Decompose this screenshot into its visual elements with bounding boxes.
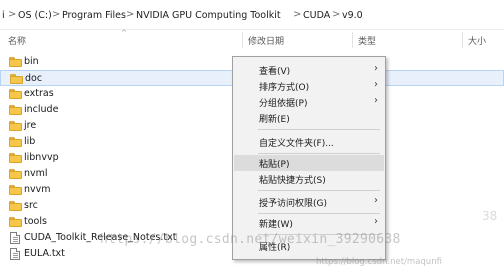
menu-item-label: 新建(W) [259,220,293,230]
breadcrumb-item-version[interactable]: v9.0 [342,10,363,21]
folder-icon [9,153,22,163]
item-name: lib [24,136,36,147]
menu-separator [258,129,380,130]
menu-item-give-access[interactable]: 授予访问权限(G) › [234,194,384,210]
menu-item-label: 自定义文件夹(F)... [259,139,334,149]
item-name: nvml [24,168,48,179]
menu-item-label: 排序方式(O) [259,83,310,93]
folder-icon [9,105,22,115]
folder-icon [9,217,22,227]
item-name: bin [24,56,39,67]
address-bar[interactable]: i > OS (C:) > Program Files > NVIDIA GPU… [0,0,504,30]
text-file-icon [10,232,20,244]
chevron-right-icon: > [52,9,61,20]
item-name: nvvm [24,184,51,195]
chevron-right-icon: > [293,9,302,20]
breadcrumb-item-nvidia[interactable]: NVIDIA GPU Computing Toolkit [136,10,281,21]
item-name: EULA.txt [24,248,65,259]
breadcrumb-item-partial[interactable]: i [2,10,5,21]
breadcrumb-item-program-files[interactable]: Program Files [62,10,126,21]
watermark-url: https://blog.csdn.net/maqunfi [316,257,442,267]
menu-item-customize-folder[interactable]: 自定义文件夹(F)... [234,134,384,150]
chevron-right-icon: > [332,9,341,20]
folder-icon [9,201,22,211]
watermark-text: https://blog.csdn.net/weixin_39290638 [100,232,401,247]
column-header-type[interactable]: 类型 [358,34,376,47]
folder-icon [9,185,22,195]
menu-item-label: 刷新(E) [259,115,290,125]
column-divider[interactable] [462,32,463,48]
breadcrumb-item-cuda[interactable]: CUDA [303,10,330,21]
menu-item-new[interactable]: 新建(W) › [234,215,384,231]
chevron-right-icon: > [8,9,17,20]
chevron-right-icon: › [374,195,378,206]
breadcrumb-item-drive[interactable]: OS (C:) [18,10,52,21]
column-divider[interactable] [242,32,243,48]
chevron-right-icon: › [374,216,378,227]
chevron-right-icon: › [374,79,378,90]
menu-item-refresh[interactable]: 刷新(E) [234,110,384,126]
folder-icon [9,57,22,67]
sort-ascending-icon: ^ [121,29,127,37]
chevron-right-icon: › [374,95,378,106]
folder-icon [9,137,22,147]
folder-icon [9,169,22,179]
item-name: jre [24,120,37,131]
menu-item-label: 粘贴快捷方式(S) [259,176,326,186]
menu-item-paste[interactable]: 粘贴(P) [234,155,384,171]
folder-icon [10,74,23,84]
item-name: src [24,200,38,211]
watermark-number: 38 [482,209,498,223]
text-file-icon [10,248,20,260]
folder-icon [9,89,22,99]
menu-separator [258,153,380,154]
column-header-modified[interactable]: 修改日期 [248,34,284,47]
folder-icon [9,121,22,131]
item-name: libnvvp [24,152,59,163]
menu-item-label: 分组依据(P) [259,99,308,109]
menu-item-label: 粘贴(P) [259,160,290,170]
menu-item-group-by[interactable]: 分组依据(P) › [234,94,384,110]
chevron-right-icon: › [374,63,378,74]
chevron-right-icon: > [126,9,135,20]
item-name: include [24,104,59,115]
menu-separator [258,213,380,214]
context-menu: 查看(V) › 排序方式(O) › 分组依据(P) › 刷新(E) 自定义文件夹… [232,56,386,260]
column-header-size[interactable]: 大小 [468,34,486,47]
item-name: extras [24,88,54,99]
menu-item-label: 查看(V) [259,67,291,77]
menu-item-paste-shortcut[interactable]: 粘贴快捷方式(S) [234,171,384,187]
menu-item-sort-by[interactable]: 排序方式(O) › [234,78,384,94]
column-divider[interactable] [352,32,353,48]
column-header-name[interactable]: 名称 [8,34,26,47]
item-name: doc [25,73,43,84]
menu-item-view[interactable]: 查看(V) › [234,62,384,78]
menu-item-label: 授予访问权限(G) [259,199,327,209]
item-name: tools [24,216,47,227]
menu-separator [258,190,380,191]
